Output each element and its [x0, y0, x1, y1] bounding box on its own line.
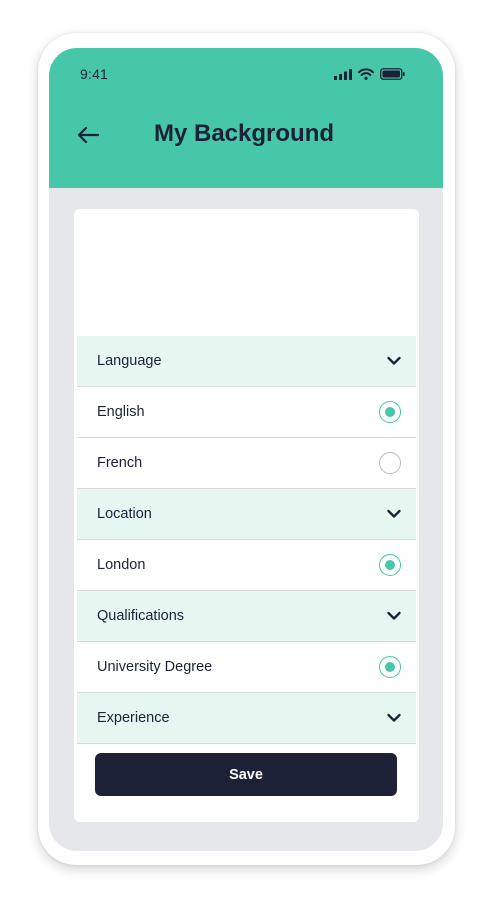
radio-unselected[interactable] — [379, 452, 401, 474]
chevron-down-icon — [387, 713, 401, 722]
radio-selected[interactable] — [379, 401, 401, 423]
section-language[interactable]: Language — [77, 336, 416, 387]
background-card: Language English French Location London … — [74, 209, 419, 822]
option-label: London — [97, 557, 146, 573]
section-qualifications[interactable]: Qualifications — [77, 591, 416, 642]
option-french[interactable]: French — [77, 438, 416, 489]
wifi-icon — [358, 68, 374, 80]
option-label: University Degree — [97, 659, 213, 675]
chevron-down-icon — [387, 611, 401, 620]
radio-selected[interactable] — [379, 656, 401, 678]
save-button[interactable]: Save — [95, 753, 397, 796]
option-label: English — [97, 404, 145, 420]
radio-selected[interactable] — [379, 554, 401, 576]
section-label: Qualifications — [97, 608, 185, 624]
section-label: Language — [97, 353, 162, 369]
option-university-degree[interactable]: University Degree — [77, 642, 416, 693]
page-title: My Background — [153, 120, 335, 147]
section-location[interactable]: Location — [77, 489, 416, 540]
option-london[interactable]: London — [77, 540, 416, 591]
app-screen: 9:41 My Background Language English Fren… — [49, 48, 443, 851]
signal-icon — [334, 68, 352, 80]
app-header: 9:41 My Background — [49, 48, 443, 188]
chevron-down-icon — [387, 509, 401, 518]
section-label: Location — [97, 506, 152, 522]
option-english[interactable]: English — [77, 387, 416, 438]
section-label: Experience — [97, 710, 170, 726]
battery-icon — [380, 68, 405, 80]
chevron-down-icon — [387, 356, 401, 365]
status-time: 9:41 — [80, 66, 109, 82]
background-list: Language English French Location London … — [77, 336, 416, 744]
phone-frame: 9:41 My Background Language English Fren… — [38, 33, 455, 865]
section-experience[interactable]: Experience — [77, 693, 416, 744]
option-label: French — [97, 455, 143, 471]
status-icons — [334, 68, 405, 80]
